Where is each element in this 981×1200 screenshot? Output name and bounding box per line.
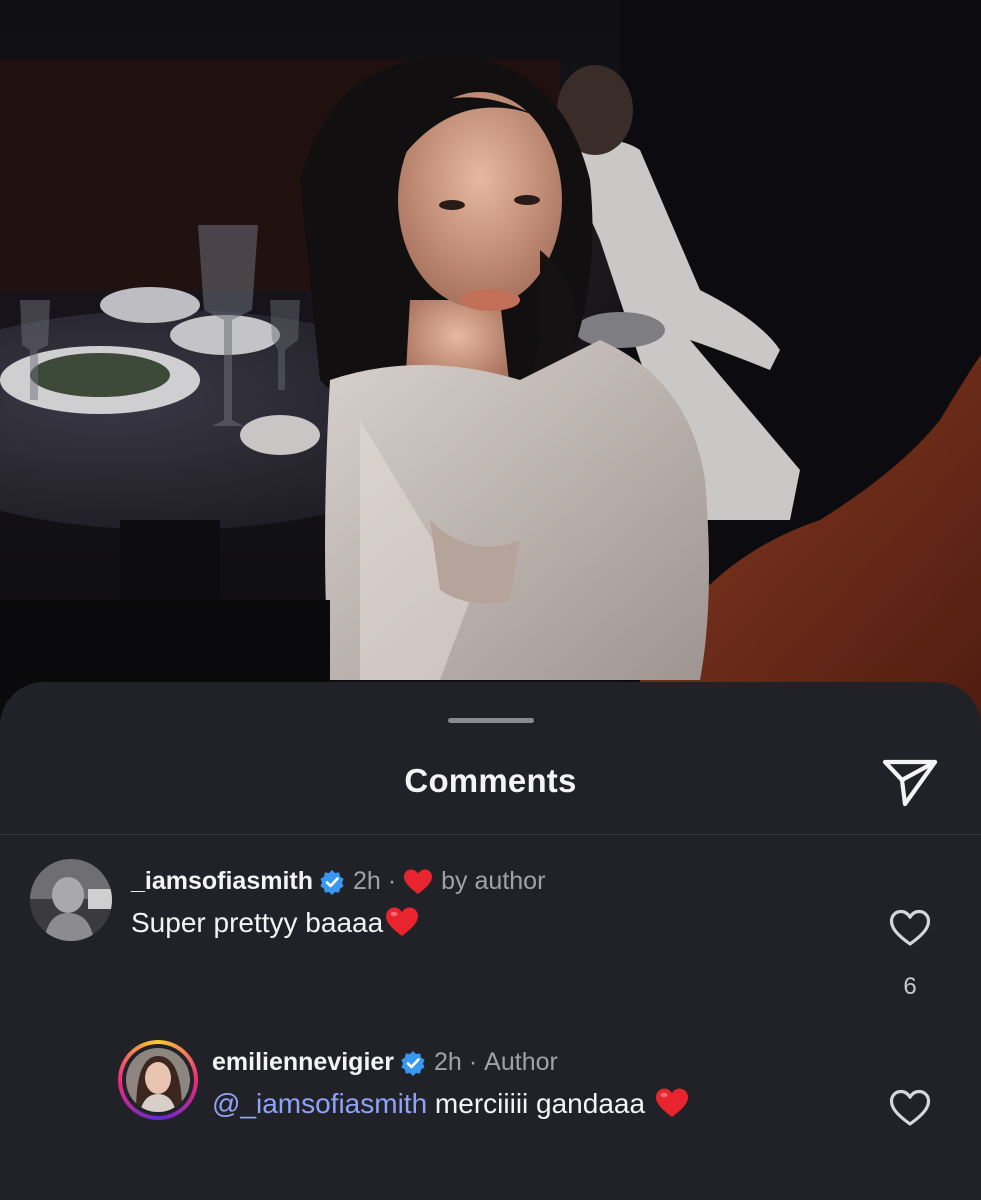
red-heart-emoji-icon xyxy=(655,1088,688,1117)
reply-text: @_iamsofiasmith merciiiii gandaaa xyxy=(212,1087,689,1120)
liked-by-author-heart-icon xyxy=(403,868,433,896)
story-ring-avatar[interactable] xyxy=(118,1040,198,1120)
sheet-drag-handle[interactable] xyxy=(448,718,534,723)
screen: Comments _iamsofiasmith 2h · by author S… xyxy=(0,0,981,1200)
reply-username[interactable]: emiliennevigier xyxy=(212,1048,394,1077)
verified-badge-icon xyxy=(400,1050,426,1076)
photo-illustration xyxy=(0,0,981,740)
reply-timestamp: 2h xyxy=(434,1048,462,1076)
reply-text-content: merciiiii gandaaa xyxy=(427,1088,653,1119)
mention-link[interactable]: @_iamsofiasmith xyxy=(212,1088,427,1119)
reply-like-button[interactable] xyxy=(884,1084,936,1132)
avatar-photo xyxy=(30,859,112,941)
share-button[interactable] xyxy=(878,750,942,814)
heart-outline-icon xyxy=(889,1089,931,1126)
avatar-photo xyxy=(126,1048,190,1112)
paper-plane-icon xyxy=(882,759,938,807)
verified-badge-icon xyxy=(319,869,345,895)
sheet-title: Comments xyxy=(404,762,577,799)
heart-outline-icon xyxy=(889,909,931,946)
comment-meta: _iamsofiasmith 2h · by author xyxy=(131,867,545,896)
meta-separator: · xyxy=(468,1048,478,1076)
liked-by-author-label: by author xyxy=(441,867,546,895)
post-photo xyxy=(0,0,981,740)
red-heart-emoji-icon xyxy=(386,907,419,936)
comment-text-content: Super prettyy baaaa xyxy=(131,907,384,938)
reply-meta: emiliennevigier 2h · Author xyxy=(212,1048,558,1077)
avatar-ring-gap xyxy=(122,1044,194,1116)
meta-separator: · xyxy=(387,867,397,895)
comment-text: Super prettyy baaaa xyxy=(131,906,419,939)
comment-username[interactable]: _iamsofiasmith xyxy=(131,867,313,896)
author-label: Author xyxy=(484,1048,558,1076)
sheet-divider xyxy=(0,834,981,835)
comment-timestamp: 2h xyxy=(353,867,381,895)
avatar[interactable] xyxy=(30,859,112,941)
comment-like-count[interactable]: 6 xyxy=(890,973,930,1001)
comments-sheet: Comments _iamsofiasmith 2h · by author S… xyxy=(0,682,981,1200)
comment-like-button[interactable] xyxy=(884,904,936,952)
